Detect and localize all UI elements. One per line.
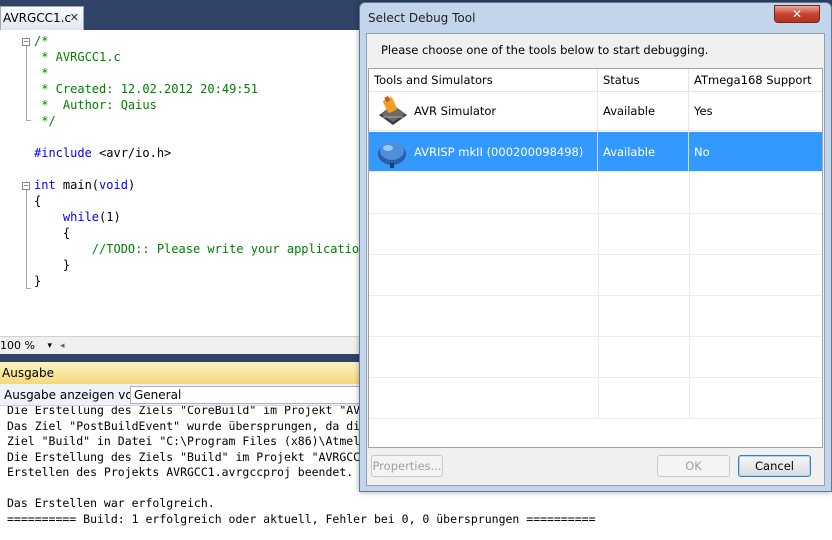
scroll-left-icon[interactable]: ◂ [60, 338, 65, 354]
fold-guide [26, 46, 27, 120]
fold-guide [26, 190, 27, 288]
code-line-main: int main(void) [34, 177, 135, 193]
tool-status: Available [598, 132, 689, 172]
code-line-comment: //TODO:: Please write your application c… [34, 242, 403, 256]
code-line: } [34, 274, 42, 288]
zoom-value: 100 % [0, 339, 35, 352]
empty-row [369, 255, 822, 296]
zoom-dropdown[interactable]: 100 % ▾ [0, 338, 56, 354]
tab-avrgcc1-c[interactable]: AVRGCC1.c ✕ [0, 6, 84, 30]
empty-row [369, 173, 822, 214]
output-source-dropdown[interactable]: General [130, 386, 370, 404]
preprocessor-keyword: #include [34, 146, 92, 160]
tool-support: No [694, 145, 710, 159]
column-header-status[interactable]: Status [598, 69, 689, 91]
empty-row [369, 378, 822, 419]
dialog-title-bar[interactable]: Select Debug Tool ✕ [360, 3, 831, 33]
output-line: Erstellen des Projekts AVRGCC1.avrgccpro… [7, 465, 354, 479]
code-line: /* [34, 34, 49, 48]
empty-row [369, 337, 822, 378]
tool-status: Available [598, 91, 689, 131]
tool-support: Yes [694, 104, 713, 118]
include-path: <avr/io.h> [91, 146, 172, 160]
select-debug-tool-dialog: Select Debug Tool ✕ Please choose one of… [359, 2, 832, 492]
code-line: */ [34, 114, 56, 128]
param-keyword: void [99, 178, 128, 192]
code-line: } [34, 258, 71, 272]
collapse-icon[interactable]: − [22, 38, 30, 46]
column-header-support[interactable]: ATmega168 Support [689, 69, 822, 91]
column-header-tool[interactable]: Tools and Simulators [369, 69, 598, 91]
code-line: { [34, 226, 71, 240]
function-name: main( [55, 178, 100, 192]
output-line: Das Erstellen war erfolgreich. [7, 496, 215, 510]
code-line-include: #include <avr/io.h> [34, 145, 171, 161]
ok-button[interactable]: OK [657, 455, 730, 477]
cancel-button[interactable]: Cancel [738, 455, 811, 477]
tools-list[interactable]: Tools and Simulators Status ATmega168 Su… [368, 68, 823, 448]
collapse-icon[interactable]: − [22, 182, 30, 190]
code-line: * Author: Qaius [34, 98, 157, 112]
type-keyword: int [34, 178, 56, 192]
dialog-title: Select Debug Tool [368, 11, 476, 25]
tool-name: AVRISP mkII (000200098498) [369, 132, 598, 172]
fold-guide-end [26, 288, 31, 289]
close-button[interactable]: ✕ [774, 5, 820, 23]
tab-label: AVRGCC1.c [3, 11, 72, 25]
properties-button[interactable]: Properties... [371, 455, 443, 477]
list-header: Tools and Simulators Status ATmega168 Su… [369, 69, 822, 92]
code-line: * AVRGCC1.c [34, 50, 121, 64]
close-icon[interactable]: ✕ [70, 7, 79, 29]
output-source-label: Ausgabe anzeigen von: [4, 388, 145, 402]
code-line-while: while(1) [34, 209, 121, 225]
code-line: * Created: 12.02.2012 20:49:51 [34, 82, 258, 96]
loop-condition: (1) [99, 210, 121, 224]
loop-keyword: while [34, 210, 100, 224]
list-item-avrisp-mkii[interactable]: AVRISP mkII (000200098498) Available No [369, 132, 822, 172]
tool-name: AVR Simulator [369, 91, 598, 131]
code-line: * [34, 66, 49, 80]
empty-row [369, 296, 822, 337]
dialog-instruction: Please choose one of the tools below to … [381, 43, 709, 57]
empty-row [369, 214, 822, 255]
code-line: { [34, 194, 42, 208]
fold-guide-end [26, 120, 31, 121]
chevron-down-icon: ▾ [47, 341, 52, 351]
paren: ) [127, 178, 136, 192]
list-item-avr-simulator[interactable]: AVR Simulator Available Yes [369, 91, 822, 131]
output-line: ========== Build: 1 erfolgreich oder akt… [7, 511, 596, 526]
dialog-body: Please choose one of the tools below to … [366, 33, 825, 486]
